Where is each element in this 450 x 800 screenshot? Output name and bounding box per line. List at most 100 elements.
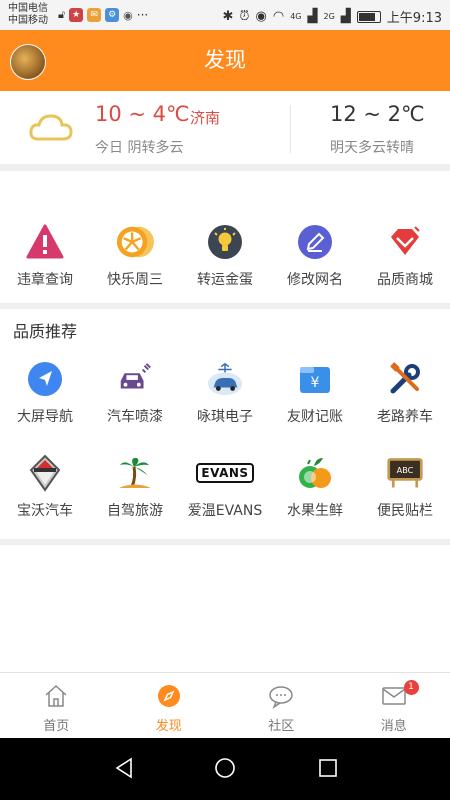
recommend-label: 爱温EVANS	[187, 503, 263, 519]
notification-icons: 🔓︎ ★ ✉ ⚙ ◉ ···	[58, 8, 148, 22]
system-status: ✱ ⏰︎ ◉ ◠ 4G ▟ 2G ▟ 上午9:13	[222, 7, 442, 26]
recommend-bulletin-board[interactable]: ABC 便民贴栏	[360, 454, 450, 524]
alarm-icon: ⏰︎	[239, 9, 250, 24]
tools-icon	[386, 360, 424, 398]
evans-logo-text: EVANS	[196, 463, 254, 483]
back-icon[interactable]	[112, 756, 136, 780]
quick-services-row: 违章查询 快乐周三 转运金蛋 修改网名 品质商城	[0, 223, 450, 293]
service-lucky-egg[interactable]: 转运金蛋	[180, 223, 270, 293]
recommend-evans[interactable]: EVANS 爱温EVANS	[180, 454, 270, 524]
signal-icon: ▟	[307, 9, 318, 24]
recommend-label: 水果生鲜	[287, 503, 343, 519]
palm-tree-icon	[116, 454, 154, 492]
tab-label: 首页	[43, 719, 70, 734]
divider	[0, 303, 450, 309]
tab-community[interactable]: 社区	[225, 673, 338, 739]
carrier-2: 中国移动	[8, 15, 48, 26]
recommend-car-care[interactable]: 老路养车	[360, 360, 450, 430]
recommend-label: 便民贴栏	[377, 503, 433, 519]
tomorrow-forecast: 明天多云转晴	[330, 140, 414, 156]
tab-label: 社区	[268, 719, 295, 734]
recommend-self-drive-travel[interactable]: 自驾旅游	[90, 454, 180, 524]
recommend-label: 宝沃汽车	[17, 503, 73, 519]
recommend-label: 老路养车	[377, 409, 433, 425]
recommend-big-screen-nav[interactable]: 大屏导航	[0, 360, 90, 430]
recommend-label: 友财记账	[287, 409, 343, 425]
divider	[0, 164, 450, 171]
recent-apps-icon[interactable]	[316, 756, 340, 780]
signal-4g-label: 4G	[290, 12, 302, 21]
warning-icon	[26, 223, 64, 261]
wechat-icon: ◉	[123, 8, 133, 22]
tomorrow-temperature: 12 ~ 2℃	[330, 102, 425, 126]
tab-discover[interactable]: 发现	[113, 673, 226, 739]
service-label: 转运金蛋	[197, 272, 253, 288]
eye-icon: ◉	[255, 9, 267, 24]
service-label: 快乐周三	[107, 272, 163, 288]
lightbulb-icon	[206, 223, 244, 261]
divider	[0, 539, 450, 545]
service-quality-mall[interactable]: 品质商城	[360, 223, 450, 293]
status-bar: 中国电信 中国移动 🔓︎ ★ ✉ ⚙ ◉ ··· ✱ ⏰︎ ◉ ◠ 4G ▟ 2…	[0, 0, 450, 30]
home-icon	[45, 684, 67, 707]
signal-icon: ▟	[340, 9, 351, 24]
fruit-icon	[296, 454, 334, 492]
bottom-tab-bar: 首页 发现 社区 1 消息	[0, 672, 450, 739]
navigation-icon	[26, 360, 64, 398]
mail-icon	[381, 687, 406, 705]
recommend-label: 自驾旅游	[107, 503, 163, 519]
home-button-icon[interactable]	[213, 756, 237, 780]
service-rename[interactable]: 修改网名	[270, 223, 360, 293]
svg-text:¥: ¥	[311, 375, 320, 391]
page-title: 发现	[204, 48, 246, 72]
tab-messages[interactable]: 1 消息	[338, 673, 450, 739]
diamond-icon	[386, 223, 424, 261]
service-violation-query[interactable]: 违章查询	[0, 223, 90, 293]
city-name[interactable]: 济南	[190, 107, 220, 128]
recommend-car-paint[interactable]: 汽车喷漆	[90, 360, 180, 430]
section-title: 品质推荐	[13, 322, 78, 341]
board-icon: ABC	[386, 454, 424, 492]
service-label: 违章查询	[17, 272, 73, 288]
service-label: 修改网名	[287, 272, 343, 288]
mail-notification-icon: ✉	[87, 8, 102, 22]
recommend-accounting[interactable]: ¥ 友财记账	[270, 360, 360, 430]
borgward-logo-icon	[26, 454, 64, 492]
recommend-borgward[interactable]: 宝沃汽车	[0, 454, 90, 524]
today-forecast: 今日 阴转多云	[95, 140, 184, 156]
today-temperature: 10 ~ 4℃	[95, 102, 190, 126]
car-electronics-icon	[206, 360, 244, 398]
service-label: 品质商城	[377, 272, 433, 288]
bluetooth-icon: ✱	[222, 9, 234, 24]
header-bar: 发现	[0, 30, 450, 91]
app-notification-icon: ⚙	[105, 8, 120, 22]
board-text: ABC	[397, 465, 414, 475]
battery-level	[358, 12, 375, 21]
clock: 上午9:13	[386, 11, 442, 26]
recommend-row-2: 宝沃汽车 自驾旅游 EVANS 爱温EVANS 水果生鲜 ABC 便民贴栏	[0, 454, 450, 524]
evans-logo-icon: EVANS	[196, 454, 254, 492]
divider	[290, 105, 291, 153]
recommend-label: 咏琪电子	[197, 409, 253, 425]
carrier-info: 中国电信 中国移动	[8, 3, 48, 27]
wallet-icon: ¥	[296, 360, 334, 398]
recommend-label: 大屏导航	[17, 409, 73, 425]
recommend-car-electronics[interactable]: 咏琪电子	[180, 360, 270, 430]
carrier-1: 中国电信	[8, 3, 48, 14]
chat-bubble-icon	[269, 686, 293, 709]
app-notification-icon: ★	[69, 8, 84, 22]
tab-label: 消息	[380, 719, 407, 734]
recommend-fresh-fruit[interactable]: 水果生鲜	[270, 454, 360, 524]
service-happy-wednesday[interactable]: 快乐周三	[90, 223, 180, 293]
wifi-icon: ◠	[272, 9, 285, 24]
unread-badge: 1	[403, 680, 419, 695]
cloud-icon	[29, 114, 73, 141]
more-notifications: ···	[136, 8, 149, 22]
tab-home[interactable]: 首页	[0, 673, 113, 739]
battery-icon	[356, 10, 381, 23]
system-navigation-bar	[0, 738, 450, 800]
recommend-row-1: 大屏导航 汽车喷漆 咏琪电子 ¥ 友财记账 老路养车	[0, 360, 450, 430]
lock-icon: 🔓︎	[58, 8, 66, 21]
tab-label: 发现	[155, 719, 182, 734]
pencil-icon	[296, 223, 334, 261]
